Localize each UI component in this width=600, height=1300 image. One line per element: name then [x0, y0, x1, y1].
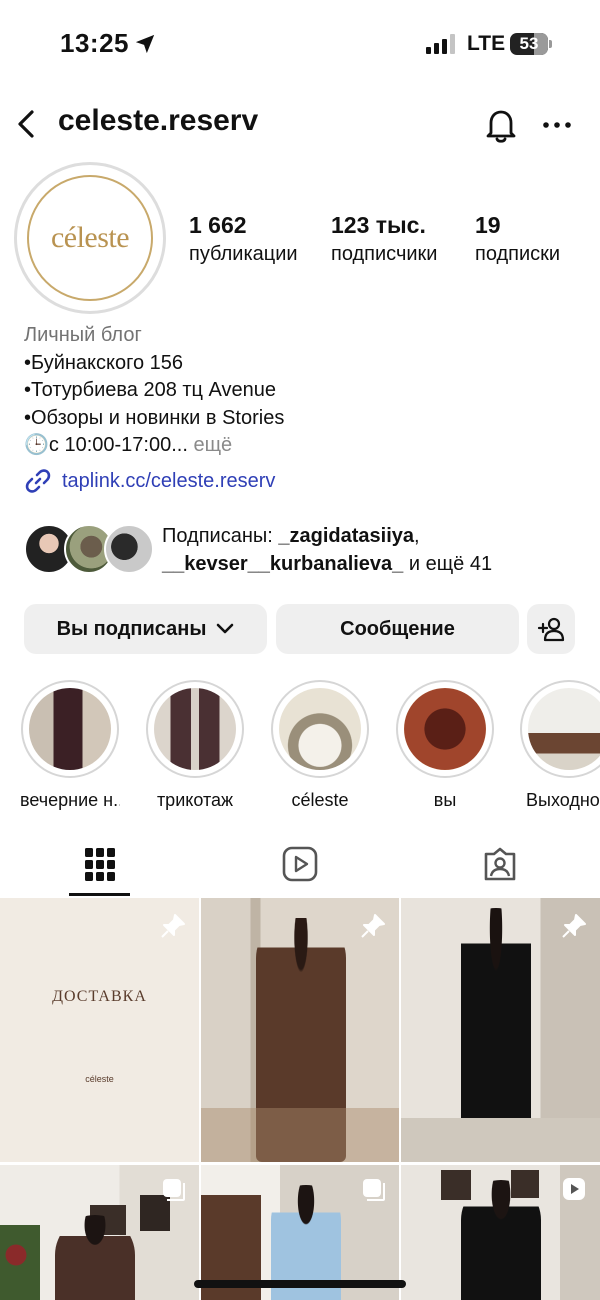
mutual-user[interactable]: _zagidatasiiya: [278, 525, 414, 547]
highlight-label: Выходно: [526, 790, 600, 810]
bio-line: •Обзоры и новинки в Stories: [24, 406, 285, 429]
story-highlight[interactable]: вы: [395, 680, 495, 811]
mutual-suffix: и ещё 41: [403, 553, 493, 575]
post-thumbnail[interactable]: [401, 1165, 600, 1300]
profile-link-text: taplink.cc/celeste.reserv: [62, 469, 276, 492]
back-chevron-icon[interactable]: [10, 106, 40, 142]
following-button[interactable]: Вы подписаны: [24, 604, 267, 654]
follower-avatar: [104, 524, 154, 574]
avatar-logo-text: céleste: [50, 221, 130, 254]
post-thumbnail[interactable]: [0, 1165, 199, 1300]
profile-avatar[interactable]: céleste: [14, 162, 166, 314]
bio-line: 🕒с 10:00-17:00... ещё: [24, 432, 584, 460]
profile-category: Личный блог: [24, 324, 142, 346]
profile-username: celeste.reserv: [58, 104, 259, 137]
status-bar: 13:25 LTE 53: [0, 0, 600, 90]
stat-following-value: 19: [475, 212, 501, 238]
highlight-cover: [279, 688, 361, 770]
post-title: ДОСТАВКА: [52, 988, 147, 1005]
message-button[interactable]: Сообщение: [276, 604, 519, 654]
story-highlight[interactable]: Выходно: [520, 680, 600, 811]
profile-tabs: [0, 836, 600, 898]
stat-posts-label: публикации: [189, 243, 298, 265]
highlight-label: вечерние н...: [20, 790, 120, 810]
pin-icon: [161, 914, 185, 938]
bio-line: •Буйнакского 156: [24, 351, 184, 374]
story-highlight[interactable]: трикотаж: [145, 680, 245, 811]
carousel-icon: [363, 1179, 385, 1201]
highlight-label: трикотаж: [156, 790, 234, 810]
add-person-icon: [537, 617, 565, 642]
home-indicator: [194, 1280, 406, 1288]
post-thumbnail[interactable]: [401, 898, 600, 1162]
battery-level: 53: [519, 34, 539, 53]
pin-icon: [361, 914, 385, 938]
notification-bell-icon[interactable]: [482, 105, 520, 145]
active-tab-indicator: [69, 893, 130, 896]
carousel-icon: [163, 1179, 185, 1201]
post-thumbnail[interactable]: [201, 898, 399, 1162]
highlight-label: вы: [433, 790, 457, 810]
stat-following-label: подписки: [475, 243, 561, 265]
post-thumbnail[interactable]: ДОСТАВКА céleste: [0, 898, 199, 1162]
stat-followers[interactable]: 123 тыс. подписчики: [331, 212, 437, 266]
suggested-users-button[interactable]: [527, 604, 575, 654]
stat-posts[interactable]: 1 662 публикации: [189, 212, 298, 266]
message-button-label: Сообщение: [340, 617, 455, 640]
bio-line: •Тотурбиева 208 тц Avenue: [24, 379, 277, 401]
highlight-cover: [528, 688, 600, 770]
stat-posts-value: 1 662: [189, 212, 247, 238]
stat-followers-label: подписчики: [331, 243, 438, 265]
highlight-cover: [404, 688, 486, 770]
cellular-signal-icon: [426, 34, 455, 54]
pin-icon: [562, 914, 586, 938]
status-time: 13:25: [60, 28, 129, 58]
mutual-followers[interactable]: Подписаны: _zagidatasiiya, __kevser__kur…: [24, 522, 584, 578]
mutual-prefix: Подписаны:: [162, 525, 279, 547]
location-arrow-icon: [135, 34, 155, 54]
stat-following[interactable]: 19 подписки: [475, 212, 560, 266]
bio-hours: 🕒с 10:00-17:00...: [24, 434, 188, 456]
following-button-label: Вы подписаны: [56, 617, 207, 640]
reels-icon[interactable]: [282, 846, 318, 882]
mutual-user[interactable]: __kevser__kurbanalieva_: [162, 553, 403, 575]
story-highlight[interactable]: вечерние н...: [20, 680, 120, 811]
highlight-label: céleste: [291, 790, 349, 810]
stat-followers-value: 123 тыс.: [331, 212, 426, 238]
battery-icon: 53: [510, 33, 552, 55]
profile-bio: Личный блог •Буйнакского 156 •Тотурбиева…: [24, 322, 584, 460]
post-brand: céleste: [85, 1074, 114, 1084]
profile-header: celeste.reserv: [0, 100, 600, 150]
mutual-separator: ,: [414, 525, 420, 547]
more-options-icon[interactable]: [540, 110, 574, 140]
highlight-cover: [29, 688, 111, 770]
profile-link[interactable]: taplink.cc/celeste.reserv: [24, 466, 275, 496]
link-icon: [25, 469, 51, 493]
bio-more-link[interactable]: ещё: [193, 434, 232, 456]
tagged-icon[interactable]: [482, 846, 518, 882]
posts-grid: ДОСТАВКА céleste: [0, 898, 600, 1300]
highlight-cover: [154, 688, 236, 770]
story-highlight[interactable]: céleste: [270, 680, 370, 811]
mutual-followers-text: Подписаны: _zagidatasiiya, __kevser__kur…: [162, 522, 492, 578]
network-type: LTE: [467, 32, 506, 55]
reel-icon: [563, 1178, 585, 1200]
chevron-down-icon: [217, 623, 234, 634]
grid-posts-icon[interactable]: [85, 848, 115, 882]
